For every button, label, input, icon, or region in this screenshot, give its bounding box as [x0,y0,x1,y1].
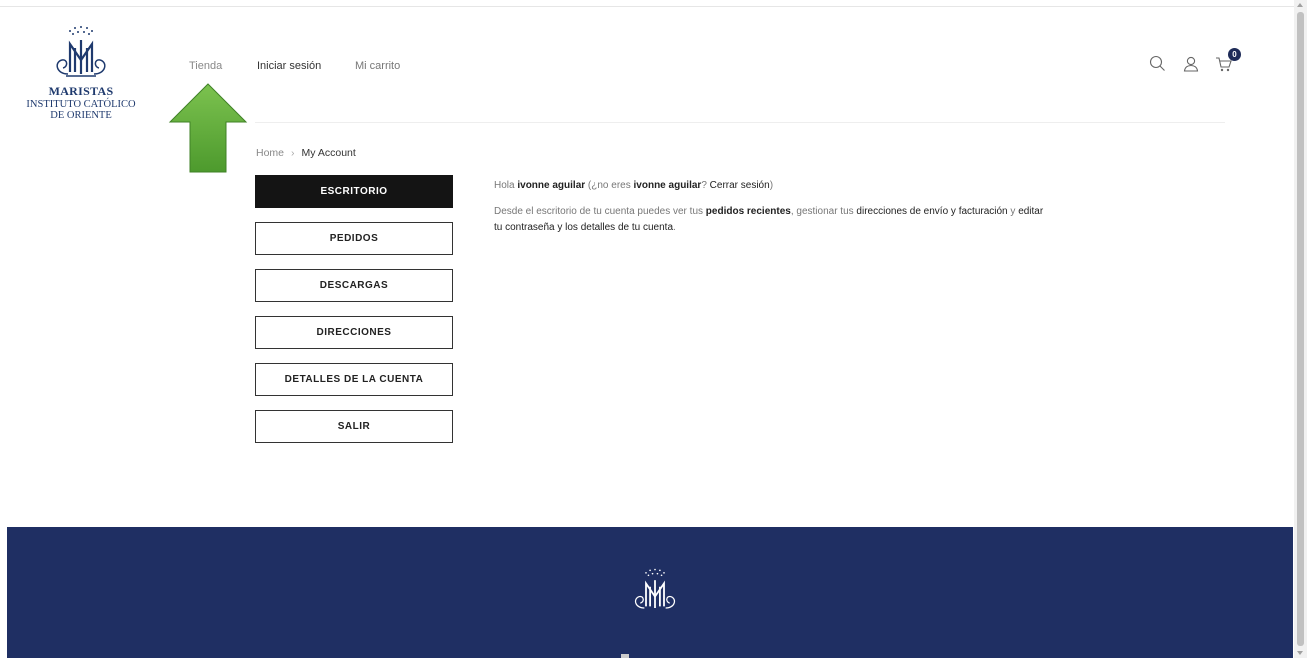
menu-item-pedidos[interactable]: PEDIDOS [255,222,453,255]
dashboard-content: Hola ivonne aguilar (¿no eres ivonne agu… [494,178,1054,236]
breadcrumb-current: My Account [301,147,356,159]
breadcrumb-separator: › [291,147,295,159]
user-name-2: ivonne aguilar [633,180,702,191]
desc-part-4: . [673,222,676,233]
vertical-scrollbar[interactable] [1294,0,1307,658]
logo-subtitle-1: INSTITUTO CATÓLICO [26,99,136,110]
footer-text-fragment [621,654,629,658]
addresses-link[interactable]: direcciones de envío y facturación [856,206,1007,217]
cart-count-badge: 0 [1228,48,1241,61]
logout-link[interactable]: Cerrar sesión [710,180,770,191]
green-arrow-up-icon [168,83,248,173]
menu-item-detalles-cuenta[interactable]: DETALLES DE LA CUENTA [255,363,453,396]
nav-item-mi-carrito[interactable]: Mi carrito [355,60,400,72]
search-icon[interactable] [1148,54,1168,74]
menu-item-descargas[interactable]: DESCARGAS [255,269,453,302]
menu-item-escritorio[interactable]: ESCRITORIO [255,175,453,208]
breadcrumb-home[interactable]: Home [256,147,284,159]
desc-part-3: y [1007,206,1019,217]
user-icon[interactable] [1181,54,1201,74]
site-logo[interactable]: MARISTAS INSTITUTO CATÓLICO DE ORIENTE [6,22,156,121]
account-menu: ESCRITORIO PEDIDOS DESCARGAS DIRECCIONES… [255,175,453,457]
greeting-mid: (¿no eres [585,180,634,191]
page: MARISTAS INSTITUTO CATÓLICO DE ORIENTE T… [0,0,1307,658]
greeting-q: ? [701,180,710,191]
desc-part-1: Desde el escritorio de tu cuenta puedes … [494,206,706,217]
nav-item-iniciar-sesion[interactable]: Iniciar sesión [257,60,321,72]
scroll-up-arrow-icon[interactable] [1297,3,1303,7]
greeting-text: Hola ivonne aguilar (¿no eres ivonne agu… [494,178,1054,194]
site-footer [7,527,1293,658]
menu-item-salir[interactable]: SALIR [255,410,453,443]
user-name: ivonne aguilar [517,180,586,191]
top-border [0,6,1294,7]
logo-subtitle-2: DE ORIENTE [50,110,112,121]
cart-icon[interactable]: 0 [1214,48,1241,74]
desc-part-2: , gestionar tus [790,206,857,217]
menu-item-direcciones[interactable]: DIRECCIONES [255,316,453,349]
header-divider [255,122,1225,123]
logo-title: MARISTAS [48,84,114,98]
scroll-down-arrow-icon[interactable] [1297,651,1303,655]
dashboard-description: Desde el escritorio de tu cuenta puedes … [494,204,1054,236]
nav-item-tienda[interactable]: Tienda [189,60,222,72]
maristas-emblem-icon [56,26,106,77]
scrollbar-thumb[interactable] [1297,12,1304,646]
footer-emblem-icon [634,568,676,609]
recent-orders-link[interactable]: pedidos recientes [706,206,791,217]
greeting-end: ) [769,180,774,191]
header-icons: 0 [1148,48,1247,74]
breadcrumb: Home › My Account [256,147,356,159]
greeting-prefix: Hola [494,180,518,191]
